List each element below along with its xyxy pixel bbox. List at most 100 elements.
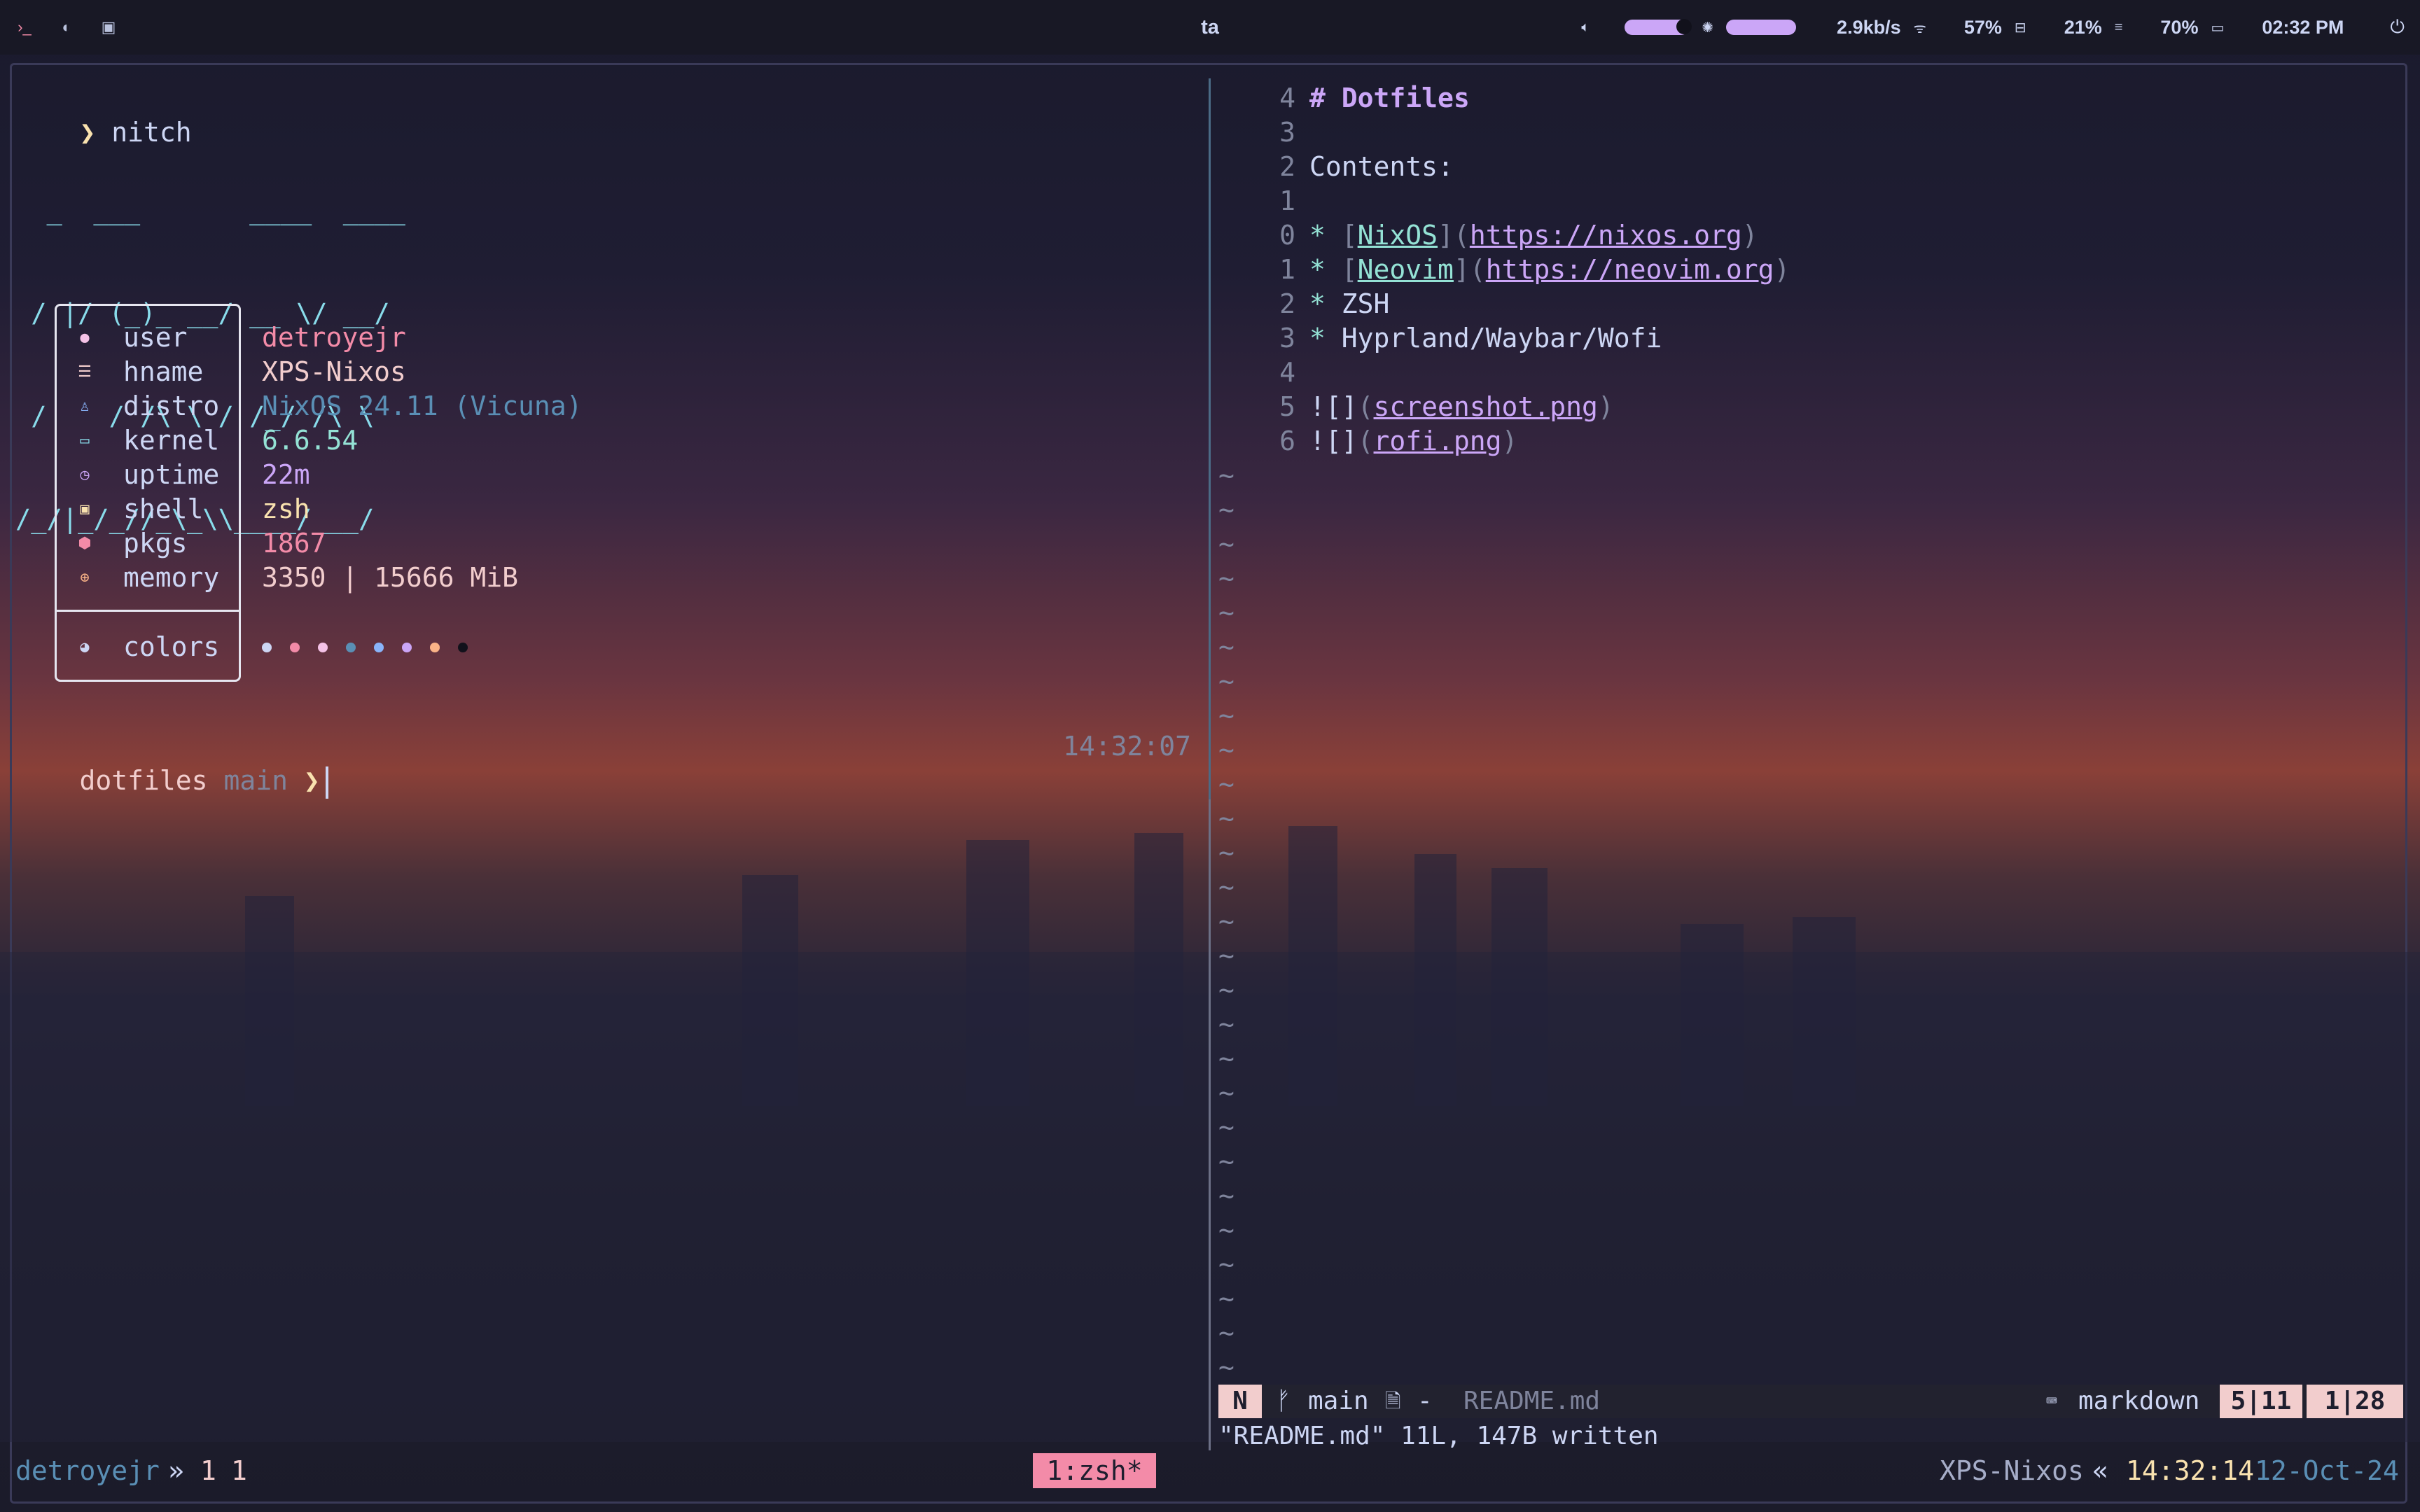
cursor-column: 1|28: [2307, 1385, 2403, 1418]
shell-prompt[interactable]: dotfiles main ❯: [15, 729, 328, 833]
active-window-tab[interactable]: 1:zsh*: [1033, 1453, 1156, 1488]
file-type: markdown: [2078, 1387, 2200, 1415]
empty-line-tilde: ~: [1218, 940, 1235, 971]
session-separator: »: [168, 1455, 184, 1486]
empty-line-tilde: ~: [1218, 494, 1235, 525]
command-message: "README.md" 11L, 147B written: [1218, 1422, 1659, 1450]
empty-line-tilde: ~: [1218, 974, 1235, 1005]
color-dot: [318, 642, 328, 652]
terminal-icon[interactable]: ›_: [14, 17, 35, 38]
info-value: 6.6.54: [262, 425, 359, 456]
empty-line-tilde: ~: [1218, 700, 1235, 731]
power-icon[interactable]: ⏻: [2390, 16, 2405, 38]
line-number: 3: [1279, 323, 1295, 354]
brightness-slider[interactable]: [1726, 20, 1797, 35]
info-label: user: [123, 322, 188, 353]
topbar-right: 🔈︎ ✺ 2.9kb/s ᯤ 57% ⊟ 21% ≡ 70% ▭ 02:32 P…: [1581, 0, 2405, 55]
line-number: 5: [1279, 391, 1295, 422]
color-dot: [374, 642, 384, 652]
editor-pane[interactable]: 4 3 2 1 0 1 2 3 4 5 6 # Dotfiles Content…: [1218, 70, 2409, 1442]
empty-line-tilde: ~: [1218, 666, 1235, 696]
empty-line-tilde: ~: [1218, 1043, 1235, 1074]
info-label: colors: [123, 631, 220, 662]
color-swatches: [262, 642, 468, 652]
empty-line-tilde: ~: [1218, 1249, 1235, 1280]
shell-pane[interactable]: ❯ nitch _ ___ ____ ____ / |/ (_)_ __/ __…: [15, 70, 1192, 1442]
file-icon: 🗎︎: [1385, 1390, 1401, 1413]
link-label[interactable]: NixOS: [1358, 220, 1438, 251]
volume-slider[interactable]: [1625, 19, 1692, 35]
pane-index: 1: [231, 1455, 247, 1486]
prompt-symbol: ❯: [303, 765, 320, 796]
info-separator: [57, 610, 239, 612]
empty-line-tilde: ~: [1218, 1317, 1235, 1348]
markdown-list-item[interactable]: * [Neovim](https://neovim.org): [1309, 253, 1790, 287]
color-dot: [430, 642, 440, 652]
markdown-image[interactable]: ![](screenshot.png): [1309, 390, 1614, 424]
tmux-date: 12-Oct-24: [2255, 1455, 2399, 1486]
line-number: 3: [1279, 117, 1295, 148]
editor-text-line[interactable]: Contents:: [1309, 150, 1454, 184]
markdown-list-item[interactable]: * ZSH: [1309, 287, 1389, 321]
uptime-icon: ◷: [80, 466, 90, 484]
markdown-list-item[interactable]: * Hyprland/Waybar/Wofi: [1309, 321, 1662, 356]
memory-icon: ≡: [2114, 19, 2123, 35]
topbar-left: ›_ ◐ ▣: [14, 0, 119, 55]
wifi-icon[interactable]: ᯤ: [1914, 18, 1926, 37]
line-number: 1: [1279, 186, 1295, 216]
color-dot: [346, 642, 356, 652]
cpu-usage: 57%: [1963, 16, 2002, 38]
editor-statusline: N ᚠ main 🗎︎ - README.md ⌨ markdown 5|11 …: [1218, 1385, 2403, 1418]
keyboard-icon: ⌨: [2046, 1391, 2057, 1412]
empty-line-tilde: ~: [1218, 803, 1235, 834]
line-number: 6: [1279, 426, 1295, 456]
mode-indicator: N: [1218, 1385, 1262, 1418]
color-dot: [402, 642, 412, 652]
list-bullet: *: [1309, 288, 1326, 319]
link-label[interactable]: Neovim: [1358, 254, 1454, 285]
cursor-position: 5|11: [2220, 1385, 2302, 1418]
line-number: 0: [1279, 220, 1295, 251]
distro-icon: ♙: [80, 398, 90, 415]
memory-icon: ⊕: [80, 569, 90, 587]
link-url[interactable]: https://neovim.org: [1486, 254, 1774, 285]
info-label: hname: [123, 356, 204, 387]
edit-icon[interactable]: ▣: [98, 17, 119, 38]
markdown-image[interactable]: ![](rofi.png): [1309, 424, 1517, 458]
empty-line-tilde: ~: [1218, 597, 1235, 628]
memory-usage: 21%: [2064, 16, 2102, 38]
empty-line-tilde: ~: [1218, 734, 1235, 765]
empty-line-tilde: ~: [1218, 906, 1235, 937]
image-path[interactable]: rofi.png: [1374, 426, 1502, 456]
info-label: distro: [123, 391, 220, 421]
top-bar: ›_ ◐ ▣ ta 🔈︎ ✺ 2.9kb/s ᯤ 57% ⊟ 21% ≡ 70%…: [0, 0, 2420, 55]
window-index: 1: [200, 1455, 216, 1486]
info-label: pkgs: [123, 528, 188, 559]
image-path[interactable]: screenshot.png: [1374, 391, 1598, 422]
brightness-icon: ✺: [1702, 20, 1714, 36]
moon-icon[interactable]: ◐: [56, 17, 77, 38]
list-bullet: *: [1309, 254, 1326, 285]
host-name: XPS-Nixos: [1940, 1455, 2084, 1486]
hostname-icon: ☰: [78, 363, 92, 381]
line-number: 4: [1279, 357, 1295, 388]
volume-icon[interactable]: 🔈︎: [1581, 20, 1590, 36]
color-dot: [290, 642, 300, 652]
tmux-status-bar: detroyejr » 1 1 1:zsh* XPS-Nixos « 14:32…: [15, 1453, 2406, 1488]
info-label: shell: [123, 493, 204, 524]
empty-line-tilde: ~: [1218, 837, 1235, 868]
empty-line-tilde: ~: [1218, 1146, 1235, 1177]
info-label: uptime: [123, 459, 220, 490]
empty-line-tilde: ~: [1218, 1180, 1235, 1211]
markdown-list-item[interactable]: * [NixOS](https://nixos.org): [1309, 218, 1758, 253]
clock: 02:32 PM: [2262, 16, 2344, 38]
link-url[interactable]: https://nixos.org: [1470, 220, 1742, 251]
empty-line-tilde: ~: [1218, 563, 1235, 594]
image-syntax: ![]: [1309, 426, 1358, 456]
battery-level: 70%: [2160, 16, 2199, 38]
markdown-heading[interactable]: # Dotfiles: [1309, 81, 1470, 115]
user-icon: ●: [80, 329, 90, 346]
prompt-branch: main: [223, 765, 288, 796]
cpu-icon: ⊟: [2014, 20, 2026, 36]
empty-line-tilde: ~: [1218, 1077, 1235, 1108]
